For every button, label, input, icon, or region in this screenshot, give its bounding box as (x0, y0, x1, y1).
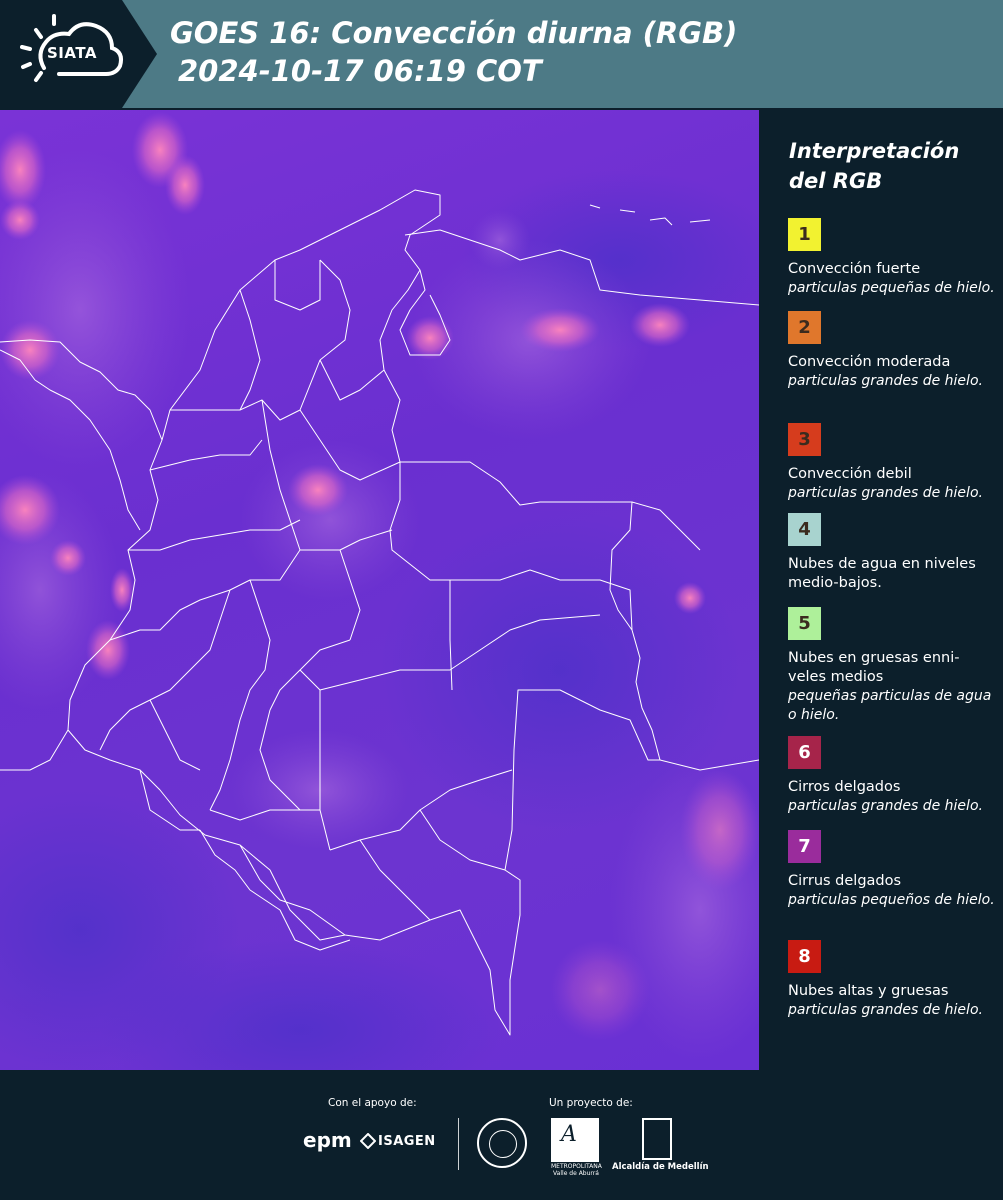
legend-item-title: Cirrus delgados (788, 873, 902, 889)
page-title: GOES 16: Convección diurna (RGB) 2024-10… (170, 14, 737, 90)
legend-item-title: Nubes de agua en niveles medio-bajos. (788, 556, 976, 591)
legend-item-title: Convección fuerte (788, 261, 921, 277)
footer: Con el apoyo de: Un proyecto de: epm ISA… (0, 1070, 1003, 1200)
siata-logo: SIATA (0, 0, 157, 108)
support-label: Con el apoyo de: (328, 1097, 417, 1109)
legend-item-title: Nubes altas y gruesas (788, 983, 949, 999)
satellite-map (0, 110, 759, 1070)
legend-badge-2: 2 (788, 311, 821, 344)
legend-item-1: 1 Convección fuerte particulas pequeñas … (788, 218, 998, 298)
legend-item-8: 8 Nubes altas y gruesas particulas grand… (788, 940, 998, 1020)
alcaldia-text: Alcaldía de Medellín (612, 1162, 709, 1172)
seal-logo (477, 1118, 527, 1168)
footer-divider (458, 1118, 459, 1170)
legend-title: Interpretación del RGB (789, 139, 960, 193)
legend-item-title: Nubes en gruesas enni- veles medios (788, 650, 960, 685)
legend-item-subtitle: particulas pequeños de hielo. (788, 892, 995, 908)
legend-item-title: Convección moderada (788, 354, 951, 370)
legend-badge-1: 1 (788, 218, 821, 251)
legend-item-6: 6 Cirros delgados particulas grandes de … (788, 736, 998, 816)
legend-badge-3: 3 (788, 423, 821, 456)
legend-item-subtitle: particulas grandes de hielo. (788, 373, 983, 389)
legend-item-subtitle: pequeñas particulas de agua o hielo. (788, 688, 992, 723)
legend-item-title: Cirros delgados (788, 779, 901, 795)
legend-badge-5: 5 (788, 607, 821, 640)
epm-logo: epm (303, 1128, 352, 1152)
legend-item-subtitle: particulas grandes de hielo. (788, 1002, 983, 1018)
title-line-2: 2024-10-17 06:19 COT (178, 54, 542, 88)
legend-item-subtitle: particulas pequeñas de hielo. (788, 280, 995, 296)
legend-item-2: 2 Convección moderada particulas grandes… (788, 311, 998, 391)
legend-item-5: 5 Nubes en gruesas enni- veles medios pe… (788, 607, 998, 725)
legend-item-4: 4 Nubes de agua en niveles medio-bajos. (788, 513, 998, 593)
map-svg (0, 112, 759, 1070)
area-a-icon: A (561, 1122, 577, 1147)
siata-logo-text: SIATA (47, 44, 98, 62)
legend-item-3: 3 Convección debil particulas grandes de… (788, 423, 998, 503)
legend-badge-6: 6 (788, 736, 821, 769)
isagen-mark-icon (360, 1133, 376, 1149)
legend-item-subtitle: particulas grandes de hielo. (788, 485, 983, 501)
alcaldia-shield-icon (642, 1118, 672, 1160)
legend-badge-4: 4 (788, 513, 821, 546)
isagen-logo: ISAGEN (378, 1134, 436, 1149)
legend-badge-8: 8 (788, 940, 821, 973)
legend-badge-7: 7 (788, 830, 821, 863)
legend-item-7: 7 Cirrus delgados particulas pequeños de… (788, 830, 998, 910)
area-metropolitana-logo: A (551, 1118, 599, 1162)
project-label: Un proyecto de: (549, 1097, 633, 1109)
legend-item-title: Convección debil (788, 466, 912, 482)
header-bar: SIATA GOES 16: Convección diurna (RGB) 2… (0, 0, 1003, 108)
title-line-1: GOES 16: Convección diurna (RGB) (170, 16, 738, 50)
legend-panel: Interpretación del RGB 1 Convección fuer… (760, 110, 1003, 1070)
legend-item-subtitle: particulas grandes de hielo. (788, 798, 983, 814)
seal-inner-icon (489, 1130, 517, 1158)
area-metropolitana-text: METROPOLITANA Valle de Aburrá (551, 1163, 602, 1177)
